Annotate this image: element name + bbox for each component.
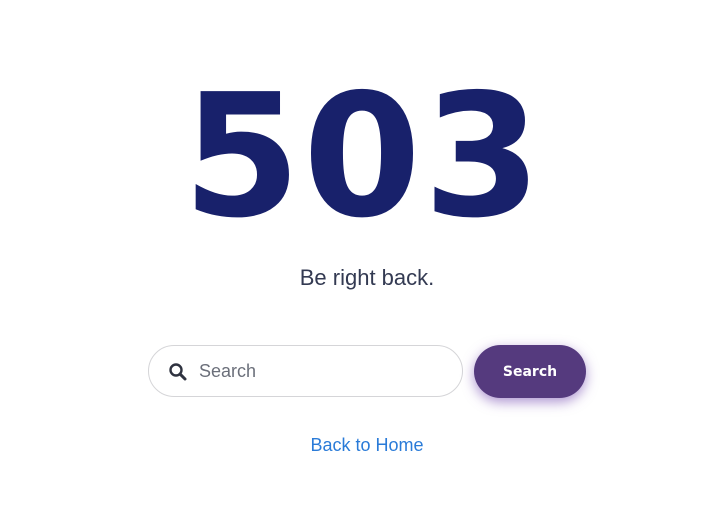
search-box[interactable] bbox=[148, 345, 463, 397]
back-to-home-link[interactable]: Back to Home bbox=[0, 432, 726, 458]
error-page: 503 Be right back. Search Back to Home bbox=[0, 0, 726, 525]
search-button[interactable]: Search bbox=[474, 345, 586, 398]
search-icon bbox=[169, 363, 187, 381]
error-code: 503 bbox=[182, 58, 544, 256]
error-message: Be right back. bbox=[299, 265, 435, 290]
search-input[interactable] bbox=[199, 346, 444, 396]
